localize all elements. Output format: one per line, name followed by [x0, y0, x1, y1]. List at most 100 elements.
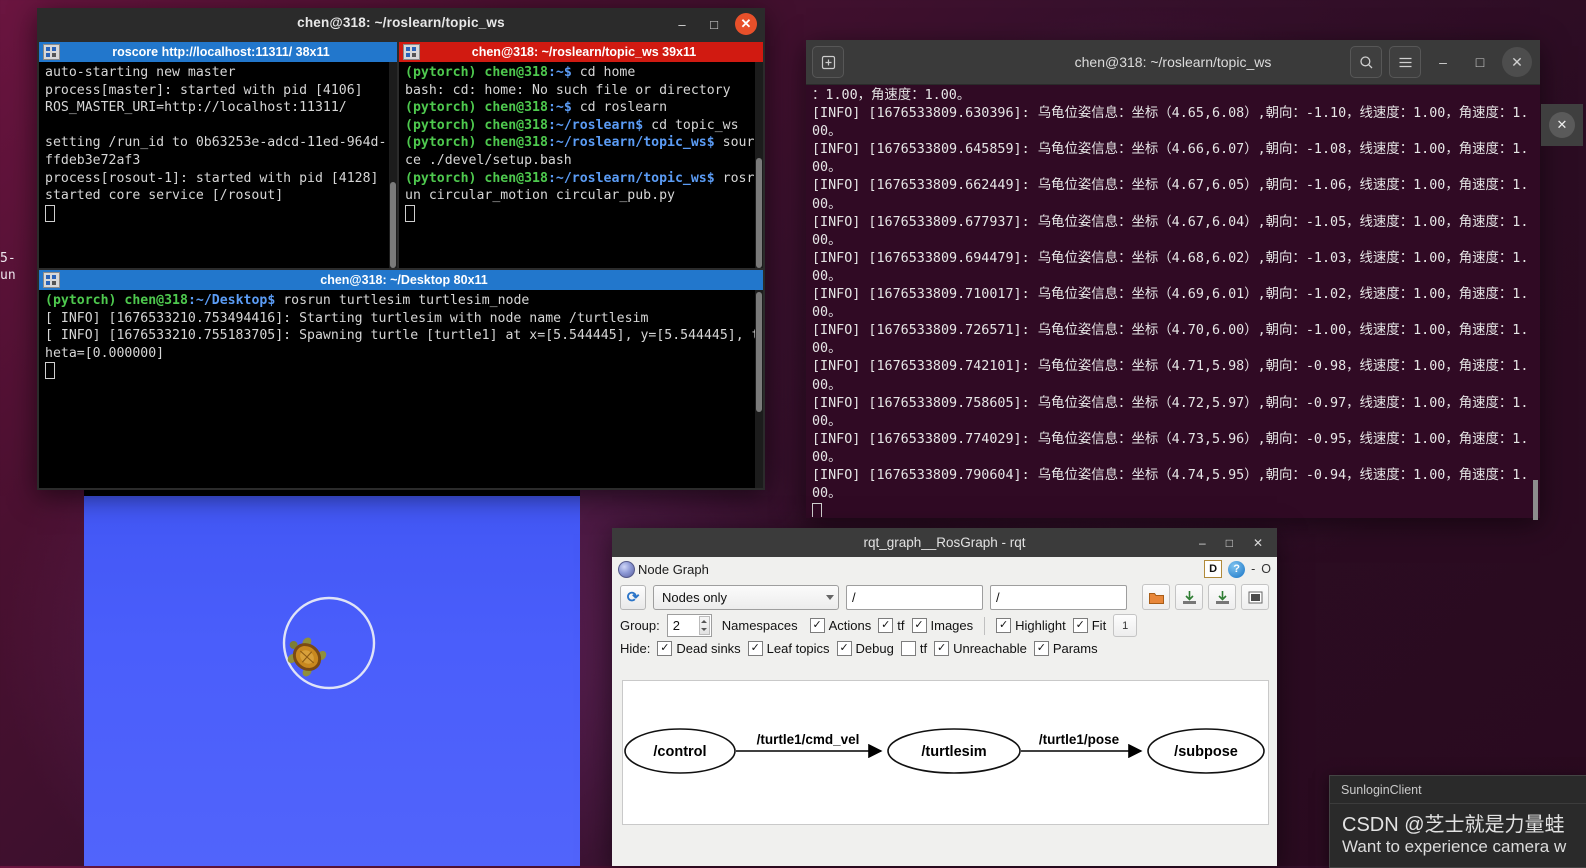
checkbox-params[interactable]: ✓ Params — [1033, 641, 1098, 656]
save-image-icon[interactable] — [1208, 584, 1236, 610]
checkbox-label: Unreachable — [953, 641, 1027, 656]
graph-filter-select[interactable]: Nodes only — [653, 584, 839, 610]
node-graph-icon — [618, 560, 635, 578]
checkbox-images[interactable]: ✓ Images — [911, 618, 973, 633]
checkbox-box[interactable]: ✓ — [809, 618, 825, 633]
dock-d-badge[interactable]: D — [1204, 560, 1223, 578]
edge-window-close-button[interactable]: ✕ — [1541, 104, 1583, 146]
checkbox-label: Actions — [828, 618, 872, 633]
checkbox-tf[interactable]: ✓ tf — [878, 618, 905, 633]
save-dot-icon[interactable] — [1175, 584, 1203, 610]
checkbox-box[interactable] — [900, 641, 916, 656]
pane-turtlesim-node[interactable]: chen@318: ~/Desktop 80x11 (pytorch) chen… — [39, 270, 763, 488]
terminal-cursor — [45, 362, 55, 380]
minimize-button[interactable]: – — [1428, 47, 1458, 77]
maximize-button[interactable]: □ — [703, 13, 725, 35]
rqt-hide-row[interactable]: Hide: ✓ Dead sinks ✓ Leaf topics ✓ Debug… — [612, 639, 1277, 658]
rqt-dock-header: Node Graph D ? - O — [612, 557, 1277, 581]
maximize-button[interactable]: □ — [1226, 536, 1233, 550]
minimize-button[interactable]: – — [1199, 536, 1206, 550]
terminal-right-scroll-indicator[interactable] — [1533, 480, 1538, 520]
dock-minimize-button[interactable]: - — [1251, 562, 1255, 576]
sunlogin-body: CSDN @芝士就是力量蛙 Want to experience camera … — [1330, 804, 1586, 857]
desktop-background-text-fragment: 5- un — [0, 250, 16, 284]
close-button[interactable]: ✕ — [735, 13, 757, 35]
rqt-window-controls[interactable]: – □ ✕ — [1199, 536, 1263, 550]
pane-turtlesim-header[interactable]: chen@318: ~/Desktop 80x11 — [39, 270, 763, 290]
turtlesim-canvas[interactable] — [84, 496, 580, 866]
chevron-down-icon — [826, 594, 834, 600]
group-spinner-arrows[interactable] — [698, 616, 710, 635]
checkbox-box[interactable]: ✓ — [747, 641, 763, 656]
terminal-right-window-controls[interactable]: – □ ✕ — [1350, 46, 1532, 78]
rqt-titlebar[interactable]: rqt_graph__RosGraph - rqt – □ ✕ — [612, 528, 1277, 557]
graph-filter-value: Nodes only — [662, 589, 728, 605]
rqt-group-row[interactable]: Group: 2 Namespaces ✓ Actions ✓ tf ✓ Ima… — [612, 612, 1277, 639]
pane-layout-icon — [43, 272, 60, 288]
graph-edge-pose-label: /turtle1/pose — [1039, 732, 1120, 747]
terminal-left-titlebar[interactable]: chen@318: ~/roslearn/topic_ws – □ ✕ — [37, 8, 765, 42]
close-button[interactable]: ✕ — [1502, 47, 1532, 77]
checkbox-box[interactable]: ✓ — [878, 618, 894, 633]
checkbox-fit[interactable]: ✓ Fit — [1072, 618, 1107, 633]
maximize-button[interactable]: □ — [1465, 47, 1495, 77]
close-button[interactable]: ✕ — [1253, 536, 1263, 550]
checkbox-label: Highlight — [1015, 618, 1066, 633]
checkbox-dead-sinks[interactable]: ✓ Dead sinks — [657, 641, 741, 656]
checkbox-box[interactable]: ✓ — [1033, 641, 1049, 656]
fit-view-icon[interactable] — [1241, 584, 1269, 610]
hide-label: Hide: — [620, 641, 651, 656]
pane-publisher-scrollbar[interactable] — [755, 62, 763, 268]
zoom-level-button[interactable]: 1 — [1113, 614, 1138, 637]
search-icon[interactable] — [1350, 46, 1382, 78]
checkbox-label: Fit — [1091, 618, 1107, 633]
checkbox-box[interactable]: ✓ — [934, 641, 950, 656]
pane-roscore-header[interactable]: roscore http://localhost:11311/ 38x11 — [39, 42, 397, 62]
rqt-toolbar-row[interactable]: ⟳ Nodes only / / — [612, 581, 1277, 612]
topic-filter-value-2: / — [996, 589, 1000, 605]
pane-publisher-output: (pytorch) chen@318:~$ cd home bash: cd: … — [399, 62, 763, 224]
rqt-dock-actions[interactable]: D ? - O — [1204, 560, 1271, 578]
terminal-left-window-controls[interactable]: – □ ✕ — [671, 13, 757, 35]
group-spinbox[interactable]: 2 — [666, 614, 712, 637]
checkbox-actions[interactable]: ✓ Actions — [809, 618, 872, 633]
checkbox-hide-tf[interactable]: tf — [900, 641, 927, 656]
pane-publisher-header[interactable]: chen@318: ~/roslearn/topic_ws 39x11 — [399, 42, 763, 62]
checkbox-box[interactable]: ✓ — [836, 641, 852, 656]
pane-turtlesim-scrollbar[interactable] — [755, 290, 763, 488]
refresh-icon[interactable]: ⟳ — [620, 584, 646, 610]
checkbox-box[interactable]: ✓ — [911, 618, 927, 633]
turtle-sprite — [287, 637, 327, 677]
checkbox-highlight[interactable]: ✓ Highlight — [996, 618, 1066, 633]
checkbox-unreachable[interactable]: ✓ Unreachable — [934, 641, 1027, 656]
open-folder-icon[interactable] — [1142, 584, 1170, 610]
turtlesim-window[interactable] — [84, 484, 580, 866]
terminal-window-right[interactable]: chen@318: ~/roslearn/topic_ws – □ ✕ ：1.0… — [806, 40, 1540, 520]
rqt-graph-canvas[interactable]: /control /turtlesim /subpose /turtle1/cm… — [622, 680, 1269, 825]
rqt-graph-window[interactable]: rqt_graph__RosGraph - rqt – □ ✕ Node Gra… — [612, 528, 1277, 866]
hamburger-menu-icon[interactable] — [1389, 46, 1421, 78]
terminal-right-titlebar[interactable]: chen@318: ~/roslearn/topic_ws – □ ✕ — [806, 40, 1540, 85]
dock-float-button[interactable]: O — [1261, 562, 1271, 576]
sunlogin-notification[interactable]: SunloginClient CSDN @芝士就是力量蛙 Want to exp… — [1329, 775, 1586, 868]
pane-roscore[interactable]: roscore http://localhost:11311/ 38x11 au… — [39, 42, 397, 268]
help-icon[interactable]: ? — [1228, 560, 1246, 578]
checkbox-box[interactable]: ✓ — [1072, 618, 1088, 633]
pane-roscore-scrollbar[interactable] — [389, 62, 397, 268]
pane-roscore-title: roscore http://localhost:11311/ 38x11 — [112, 45, 330, 59]
pane-publisher[interactable]: chen@318: ~/roslearn/topic_ws 39x11 (pyt… — [399, 42, 763, 268]
checkbox-leaf-topics[interactable]: ✓ Leaf topics — [747, 641, 830, 656]
minimize-button[interactable]: – — [671, 13, 693, 35]
bg-fragment-line-1: 5- — [0, 251, 16, 266]
terminal-window-left[interactable]: chen@318: ~/roslearn/topic_ws – □ ✕ rosc… — [37, 8, 765, 490]
pane-layout-icon — [403, 44, 420, 60]
checkbox-box[interactable]: ✓ — [996, 618, 1012, 633]
graph-node-control-label: /control — [653, 744, 706, 760]
topic-filter-input-2[interactable]: / — [990, 584, 1127, 610]
checkbox-debug[interactable]: ✓ Debug — [836, 641, 894, 656]
terminal-cursor — [45, 204, 55, 222]
terminal-right-output: ：1.00，角速度：1.00。 [INFO] [1676533809.63039… — [806, 85, 1540, 517]
new-tab-icon[interactable] — [812, 46, 844, 78]
topic-filter-input-1[interactable]: / — [846, 584, 983, 610]
checkbox-box[interactable]: ✓ — [657, 641, 673, 656]
